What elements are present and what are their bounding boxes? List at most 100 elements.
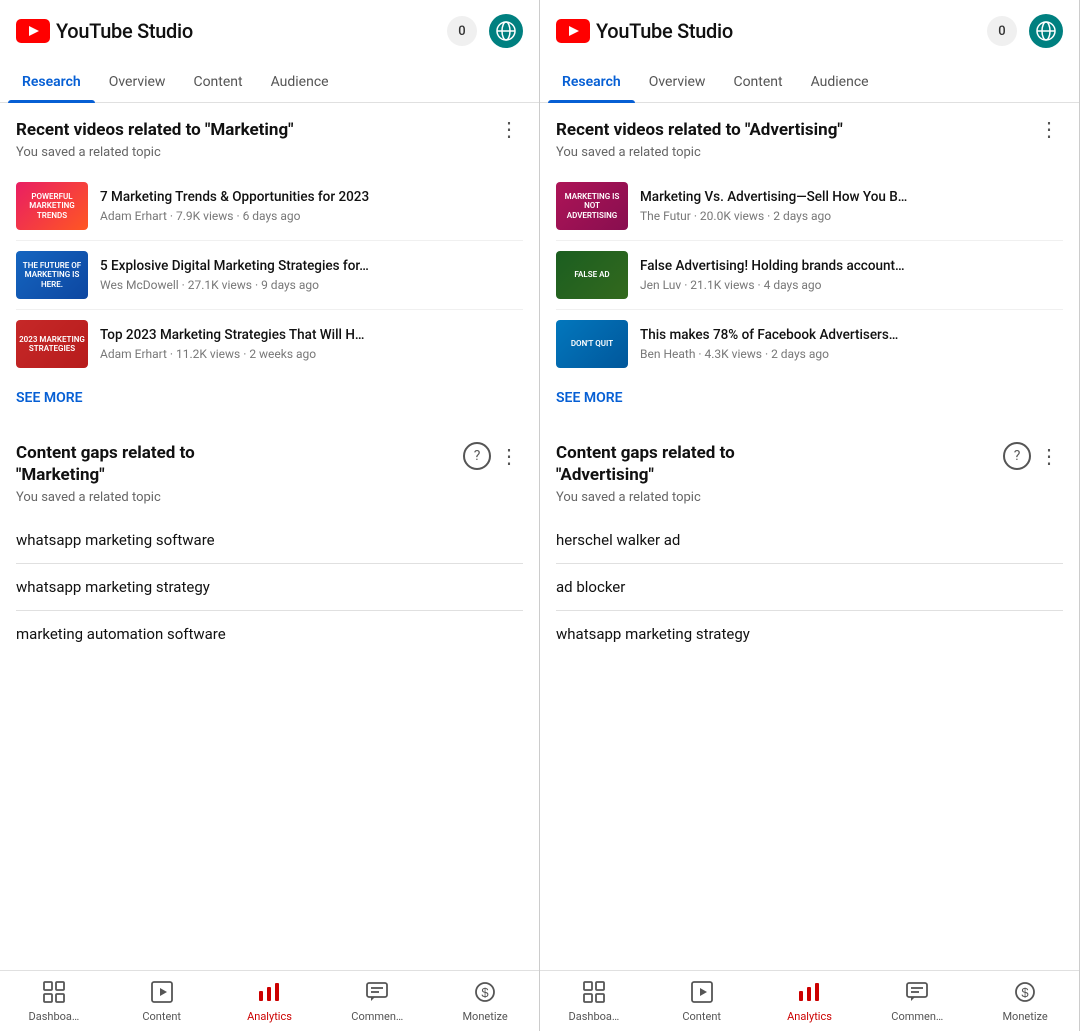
content-area-right: Recent videos related to "Advertising" ⋮… [540, 103, 1079, 970]
nav-dashboard-label-right: Dashboa… [569, 1010, 620, 1023]
nav-monetize-left[interactable]: $ Monetize [431, 977, 539, 1027]
tabs-right: Research Overview Content Audience [540, 62, 1079, 103]
thumb-text-2-left: THE FUTURE OF MARKETING IS HERE. [16, 251, 88, 299]
nav-content-label-left: Content [142, 1010, 181, 1023]
nav-dashboard-label-left: Dashboa… [29, 1010, 80, 1023]
nav-comments-left[interactable]: Commen… [323, 977, 431, 1027]
recent-videos-subtitle-left: You saved a related topic [16, 145, 523, 160]
nav-comments-label-right: Commen… [891, 1010, 943, 1023]
bottom-nav-left: Dashboa… Content Analytics Commen… $ Mon… [0, 970, 539, 1031]
recent-videos-title-left: Recent videos related to "Marketing" [16, 119, 495, 141]
recent-videos-more-right[interactable]: ⋮ [1035, 119, 1063, 139]
content-gaps-title-right: Content gaps related to"Advertising" [556, 442, 1003, 486]
panel-right: YouTube Studio 0 Research Overview Conte… [540, 0, 1080, 1031]
content-gaps-title-left: Content gaps related to"Marketing" [16, 442, 463, 486]
header-right-left: 0 [447, 14, 523, 48]
nav-monetize-right[interactable]: $ Monetize [971, 977, 1079, 1027]
studio-label-left: YouTube Studio [56, 19, 193, 43]
video-info-1-left: 7 Marketing Trends & Opportunities for 2… [100, 189, 523, 224]
video-list-left: POWERFUL MARKETING TRENDS 7 Marketing Tr… [16, 172, 523, 378]
video-title-2-right: False Advertising! Holding brands accoun… [640, 258, 1063, 276]
thumb-text-1-right: MARKETING IS NOT ADVERTISING [556, 182, 628, 230]
yt-logo-left: YouTube Studio [16, 19, 193, 43]
video-info-2-left: 5 Explosive Digital Marketing Strategies… [100, 258, 523, 293]
nav-dashboard-left[interactable]: Dashboa… [0, 977, 108, 1027]
video-title-1-left: 7 Marketing Trends & Opportunities for 2… [100, 189, 523, 207]
content-gaps-header-right: Content gaps related to"Advertising" ? ⋮ [556, 442, 1063, 486]
tab-audience-left[interactable]: Audience [257, 62, 343, 102]
see-more-left[interactable]: SEE MORE [16, 378, 523, 422]
bottom-nav-right: Dashboa… Content Analytics Commen… $ Mon… [540, 970, 1079, 1031]
video-meta-3-left: Adam Erhart · 11.2K views · 2 weeks ago [100, 347, 523, 361]
video-thumb-1-right: MARKETING IS NOT ADVERTISING [556, 182, 628, 230]
tab-overview-right[interactable]: Overview [635, 62, 720, 102]
content-gaps-header-left: Content gaps related to"Marketing" ? ⋮ [16, 442, 523, 486]
logo-area-right: YouTube Studio [556, 19, 987, 43]
video-thumb-2-left: THE FUTURE OF MARKETING IS HERE. [16, 251, 88, 299]
nav-content-label-right: Content [682, 1010, 721, 1023]
help-icon-left[interactable]: ? [463, 442, 491, 470]
notification-badge-right[interactable]: 0 [987, 16, 1017, 46]
video-meta-2-left: Wes McDowell · 27.1K views · 9 days ago [100, 278, 523, 292]
tab-content-left[interactable]: Content [179, 62, 256, 102]
nav-comments-right[interactable]: Commen… [863, 977, 971, 1027]
tab-research-left[interactable]: Research [8, 62, 95, 102]
content-gaps-more-right[interactable]: ⋮ [1035, 446, 1063, 466]
yt-logo-right: YouTube Studio [556, 19, 733, 43]
recent-videos-header-right: Recent videos related to "Advertising" ⋮ [556, 119, 1063, 141]
nav-analytics-label-right: Analytics [787, 1010, 832, 1023]
nav-analytics-left[interactable]: Analytics [216, 977, 324, 1027]
help-icon-right[interactable]: ? [1003, 442, 1031, 470]
tab-research-right[interactable]: Research [548, 62, 635, 102]
nav-analytics-right[interactable]: Analytics [756, 977, 864, 1027]
video-item-3-right: DON'T QUIT This makes 78% of Facebook Ad… [556, 310, 1063, 378]
youtube-icon-right [556, 19, 590, 43]
content-gaps-more-left[interactable]: ⋮ [495, 446, 523, 466]
gap-item-1-right: herschel walker ad [556, 517, 1063, 564]
avatar-right[interactable] [1029, 14, 1063, 48]
monetize-icon-right: $ [1014, 981, 1036, 1008]
video-item-1-right: MARKETING IS NOT ADVERTISING Marketing V… [556, 172, 1063, 241]
comments-icon-left [366, 981, 388, 1008]
gap-item-3-left: marketing automation software [16, 611, 523, 657]
content-gaps-section-right: Content gaps related to"Advertising" ? ⋮… [540, 426, 1079, 657]
video-item-3-left: 2023 MARKETING STRATEGIES Top 2023 Marke… [16, 310, 523, 378]
svg-text:$: $ [481, 985, 489, 1000]
video-thumb-3-right: DON'T QUIT [556, 320, 628, 368]
notification-badge-left[interactable]: 0 [447, 16, 477, 46]
video-thumb-1-left: POWERFUL MARKETING TRENDS [16, 182, 88, 230]
video-info-3-right: This makes 78% of Facebook Advertisers… … [640, 327, 1063, 362]
thumb-text-1-left: POWERFUL MARKETING TRENDS [16, 182, 88, 230]
nav-monetize-label-right: Monetize [1002, 1010, 1047, 1023]
see-more-right[interactable]: SEE MORE [556, 378, 1063, 422]
video-title-2-left: 5 Explosive Digital Marketing Strategies… [100, 258, 523, 276]
thumb-text-3-right: DON'T QUIT [556, 320, 628, 368]
gap-item-2-left: whatsapp marketing strategy [16, 564, 523, 611]
dashboard-icon-left [43, 981, 65, 1008]
video-title-3-left: Top 2023 Marketing Strategies That Will … [100, 327, 523, 345]
content-gaps-icons-right: ? ⋮ [1003, 442, 1063, 470]
video-meta-1-left: Adam Erhart · 7.9K views · 6 days ago [100, 209, 523, 223]
recent-videos-more-left[interactable]: ⋮ [495, 119, 523, 139]
gap-item-2-right: ad blocker [556, 564, 1063, 611]
gap-item-1-left: whatsapp marketing software [16, 517, 523, 564]
nav-content-right[interactable]: Content [648, 977, 756, 1027]
video-thumb-3-left: 2023 MARKETING STRATEGIES [16, 320, 88, 368]
video-item-2-left: THE FUTURE OF MARKETING IS HERE. 5 Explo… [16, 241, 523, 310]
nav-dashboard-right[interactable]: Dashboa… [540, 977, 648, 1027]
logo-area-left: YouTube Studio [16, 19, 447, 43]
nav-comments-label-left: Commen… [351, 1010, 403, 1023]
header-right-right: 0 [987, 14, 1063, 48]
panel-left: YouTube Studio 0 Research Overview Conte… [0, 0, 540, 1031]
nav-content-left[interactable]: Content [108, 977, 216, 1027]
studio-label-right: YouTube Studio [596, 19, 733, 43]
tab-audience-right[interactable]: Audience [797, 62, 883, 102]
tab-content-right[interactable]: Content [719, 62, 796, 102]
tab-overview-left[interactable]: Overview [95, 62, 180, 102]
nav-monetize-label-left: Monetize [462, 1010, 507, 1023]
content-gaps-subtitle-right: You saved a related topic [556, 490, 1063, 505]
video-meta-1-right: The Futur · 20.0K views · 2 days ago [640, 209, 1063, 223]
avatar-left[interactable] [489, 14, 523, 48]
content-icon-right [691, 981, 713, 1008]
video-item-1-left: POWERFUL MARKETING TRENDS 7 Marketing Tr… [16, 172, 523, 241]
